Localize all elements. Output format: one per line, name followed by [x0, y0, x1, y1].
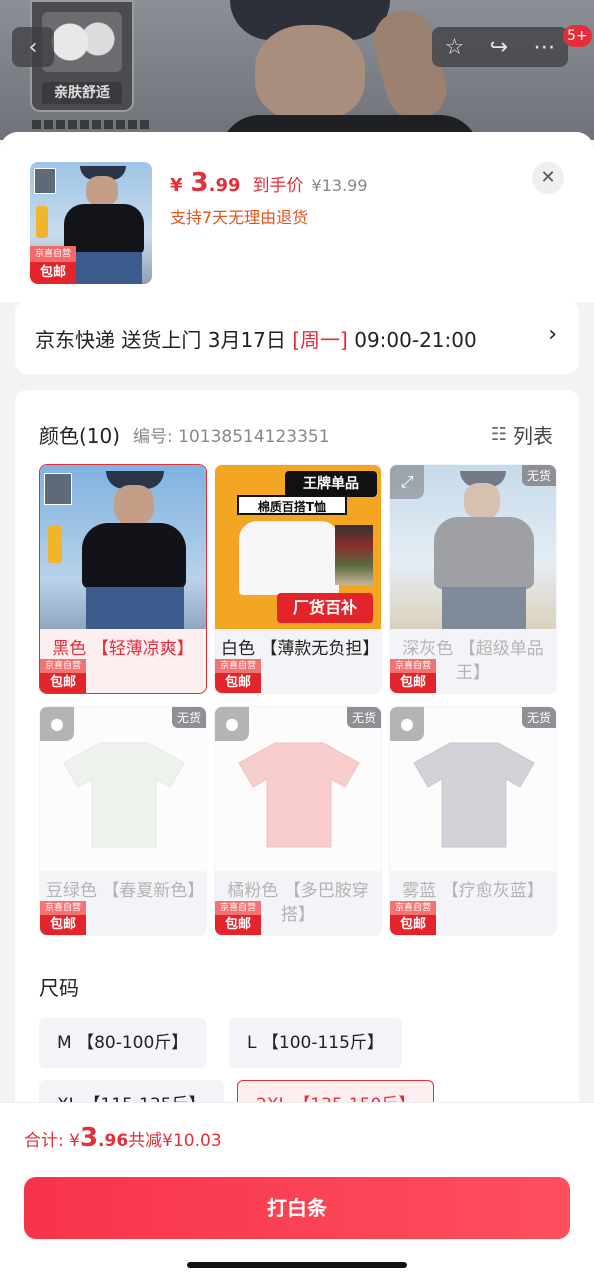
out-of-stock-badge: 无货: [521, 707, 556, 728]
cotton-image: [42, 12, 122, 72]
jd-self-operated-badge: 京喜自营 包邮: [40, 659, 86, 693]
shipping-info: 京东快递 送货上门 3月17日 [周一] 09:00-21:00: [35, 328, 477, 352]
size-option-l[interactable]: L 【100-115斤】: [229, 1018, 402, 1068]
color-option-label: 白色 【薄款无负担】: [221, 639, 380, 659]
swatch-dots: [32, 120, 149, 129]
price-integer: 3: [190, 168, 209, 198]
price-row: ¥ 3 .99 到手价 ¥13.99: [170, 168, 368, 198]
close-icon: ✕: [540, 167, 556, 188]
promo-title: 王牌单品: [285, 471, 377, 497]
zoom-icon[interactable]: ⤢: [390, 465, 424, 499]
color-option-image: 王牌单品 棉质百搭T恤 厂货百补: [215, 465, 381, 629]
star-icon[interactable]: ☆: [445, 35, 465, 60]
delivery-day: [周一]: [292, 328, 348, 352]
color-option-orange-pink[interactable]: ● 无货 京喜自营 包邮 橘粉色 【多巴胺穿搭】: [214, 706, 382, 936]
out-of-stock-badge: 无货: [346, 707, 381, 728]
list-icon: ☷: [490, 424, 507, 445]
checkout-footer: 合计: ¥3.96 共减¥10.03 打白条: [0, 1102, 594, 1280]
tshirt-image: [413, 742, 535, 848]
list-view-toggle[interactable]: ☷ 列表: [491, 420, 553, 449]
total-discount: 共减¥10.03: [128, 1131, 222, 1151]
close-button[interactable]: ✕: [532, 162, 564, 194]
model-photo: [200, 0, 500, 140]
color-option-label: 黑色 【轻薄凉爽】: [52, 639, 194, 659]
brand-logo-icon: ●: [390, 707, 424, 741]
chevron-right-icon: ›: [548, 322, 557, 347]
jd-self-operated-badge: 京喜自营 包邮: [40, 901, 86, 935]
selected-product-thumbnail[interactable]: 京喜自营 包邮: [30, 162, 152, 284]
chevron-left-icon: ‹: [28, 34, 38, 60]
jd-self-operated-badge: 京喜自营 包邮: [390, 901, 436, 935]
jd-self-operated-badge: 京喜自营 包邮: [30, 246, 76, 284]
tshirt-image: [238, 742, 360, 848]
home-indicator: [187, 1262, 407, 1268]
message-count-badge: 5+: [563, 25, 592, 47]
color-option-label: 雾蓝 【疗愈灰蓝】: [402, 881, 544, 901]
tshirt-image: [63, 742, 185, 848]
promo-subtitle: 棉质百搭T恤: [237, 495, 347, 515]
more-icon[interactable]: ⋯: [533, 35, 555, 60]
color-option-dark-gray[interactable]: ⤢ 无货 京喜自营 包邮 深灰色 【超级单品王】: [389, 464, 557, 694]
jd-self-operated-badge: 京喜自营 包邮: [215, 659, 261, 693]
color-option-black[interactable]: 京喜自营 包邮 黑色 【轻薄凉爽】: [39, 464, 207, 694]
color-section-title: 颜色(10): [39, 424, 121, 448]
sku-number: 编号: 10138514123351: [133, 427, 330, 447]
promo-banner: 厂货百补: [277, 593, 373, 623]
brand-logo-icon: ●: [215, 707, 249, 741]
thumbnail-tag: 亲肤舒适: [42, 82, 122, 104]
back-button[interactable]: ‹: [12, 27, 54, 67]
out-of-stock-badge: 无货: [171, 707, 206, 728]
original-price: ¥13.99: [311, 176, 368, 195]
return-policy-note: 支持7天无理由退货: [170, 208, 309, 227]
size-section-title: 尺码: [39, 976, 79, 1000]
out-of-stock-badge: 无货: [521, 465, 556, 486]
baitiao-pay-button[interactable]: 打白条: [24, 1177, 570, 1239]
shipping-card[interactable]: 京东快递 送货上门 3月17日 [周一] 09:00-21:00 ›: [15, 300, 579, 374]
sheet-header: 京喜自营 包邮 ¥ 3 .99 到手价 ¥13.99 支持7天无理由退货 ✕: [0, 132, 594, 302]
color-option-bean-green[interactable]: ● 无货 京喜自营 包邮 豆绿色 【春夏新色】: [39, 706, 207, 936]
jd-self-operated-badge: 京喜自营 包邮: [390, 659, 436, 693]
color-option-label: 豆绿色 【春夏新色】: [46, 881, 205, 901]
top-actions: ☆ ↪ ⋯: [432, 27, 568, 67]
color-option-white[interactable]: 王牌单品 棉质百搭T恤 厂货百补 京喜自营 包邮 白色 【薄款无负担】: [214, 464, 382, 694]
order-total: 合计: ¥3.96 共减¥10.03: [24, 1123, 222, 1153]
color-option-mist-blue[interactable]: ● 无货 京喜自营 包邮 雾蓝 【疗愈灰蓝】: [389, 706, 557, 936]
price-currency: ¥: [170, 175, 183, 196]
size-option-m[interactable]: M 【80-100斤】: [39, 1018, 207, 1068]
color-option-image: [40, 465, 206, 629]
final-price-label: 到手价: [252, 176, 304, 196]
price-decimal: .99: [208, 175, 241, 196]
brand-logo-icon: ●: [40, 707, 74, 741]
product-gallery-background: 亲肤舒适: [0, 0, 594, 140]
jd-self-operated-badge: 京喜自营 包邮: [215, 901, 261, 935]
share-icon[interactable]: ↪: [490, 35, 508, 60]
